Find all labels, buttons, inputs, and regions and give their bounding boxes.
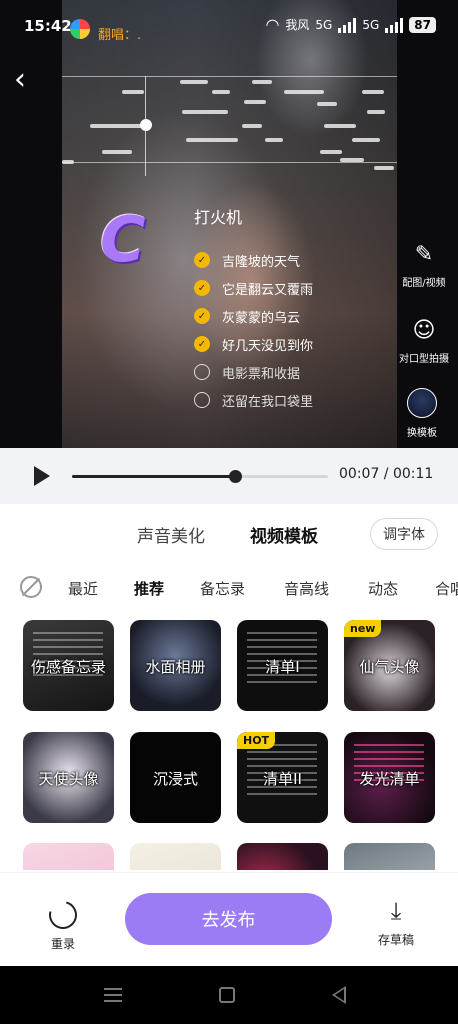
lip-sync-camera-icon: ☺ (412, 318, 436, 343)
check-icon: ✓ (194, 336, 210, 352)
back-arrow-icon[interactable]: ‹ (14, 64, 42, 96)
time-readout: 00:07 / 00:11 (339, 466, 434, 482)
signal-icon (338, 17, 357, 33)
check-icon (194, 364, 210, 380)
lyric-line[interactable]: ✓ 灰蒙蒙的乌云 (194, 302, 394, 330)
check-icon: ✓ (194, 252, 210, 268)
playback-bar: 00:07 / 00:11 (0, 448, 458, 504)
app-logo-icon (70, 19, 90, 39)
system-nav-bar (0, 966, 458, 1024)
status-right-text: 我风 (285, 18, 310, 32)
seek-progress (72, 475, 235, 478)
template-card[interactable]: HOT 清单II (237, 732, 328, 823)
tab-video-template[interactable]: 视频模板 (250, 522, 318, 548)
template-card[interactable] (344, 843, 435, 870)
check-icon: ✓ (194, 280, 210, 296)
status-bar: 15:42 翻唱：. ◠ 我风 5G 5G 87 (0, 0, 458, 56)
play-icon[interactable] (34, 466, 50, 486)
main-tabs: 声音美化 视频模板 调字体 (0, 504, 458, 560)
category-recent[interactable]: 最近 (68, 578, 98, 599)
refresh-icon (43, 895, 83, 935)
check-icon (194, 392, 210, 408)
tab-voice-enhance[interactable]: 声音美化 (137, 522, 205, 547)
template-card[interactable]: 清单I (237, 620, 328, 711)
template-card[interactable]: 天使头像 (23, 732, 114, 823)
battery-icon: 87 (409, 16, 436, 33)
menu-icon[interactable] (104, 988, 122, 1002)
download-icon: ⤓ (390, 897, 402, 925)
lyric-line[interactable]: ✓ 它是翻云又覆雨 (194, 274, 394, 302)
network-label: 5G (362, 17, 380, 32)
category-pitch-line[interactable]: 音高线 (284, 578, 329, 599)
template-thumb-icon (407, 388, 437, 418)
template-grid: 伤感备忘录 水面相册 清单I new 仙气头像 天使头像 沉浸式 HOT 清单I… (0, 620, 458, 870)
save-draft-button[interactable]: ⤓ 存草稿 (370, 897, 422, 948)
status-time: 15:42 (24, 17, 72, 35)
network-label: 5G (315, 17, 333, 32)
signal-icon (385, 17, 404, 33)
template-card[interactable] (237, 843, 328, 870)
template-card[interactable] (130, 843, 221, 870)
template-card[interactable]: 伤感备忘录 (23, 620, 114, 711)
wifi-icon: ◠ (265, 15, 280, 34)
re-record-button[interactable]: 重录 (42, 895, 84, 952)
no-template-icon[interactable] (20, 576, 42, 598)
template-card[interactable] (23, 843, 114, 870)
template-card[interactable]: 水面相册 (130, 620, 221, 711)
back-icon[interactable] (332, 986, 346, 1004)
lyric-line[interactable]: 还留在我口袋里 (194, 386, 394, 414)
score-grade-badge: C (100, 203, 146, 276)
hot-badge: HOT (237, 732, 276, 749)
font-style-button[interactable]: 调字体 (370, 518, 438, 550)
lyric-line[interactable]: ✓ 吉隆坡的天气 (194, 246, 394, 274)
category-duet[interactable]: 合唱 (435, 578, 458, 599)
pitch-cursor (140, 119, 152, 131)
lip-sync-button[interactable]: ☺ 对口型拍摄 (394, 318, 454, 365)
seek-thumb[interactable] (228, 470, 242, 483)
status-app-text: 翻唱：. (98, 28, 142, 43)
category-recommended[interactable]: 推荐 (134, 578, 164, 599)
publish-button[interactable]: 去发布 (125, 893, 332, 945)
video-preview[interactable]: C 打火机 ✓ 吉隆坡的天气 ✓ 它是翻云又覆雨 ✓ 灰蒙蒙的乌云 ✓ 好几天没见到你 … (0, 0, 458, 448)
lyrics-list: ✓ 吉隆坡的天气 ✓ 它是翻云又覆雨 ✓ 灰蒙蒙的乌云 ✓ 好几天没见到你 电影票和收据… (194, 246, 394, 414)
song-title: 打火机 (194, 208, 243, 227)
edit-icon: ✎ (414, 242, 434, 267)
pitch-line-display (62, 62, 397, 182)
bottom-action-bar: 重录 去发布 ⤓ 存草稿 (0, 872, 458, 966)
check-icon: ✓ (194, 308, 210, 324)
template-card[interactable]: 发光清单 (344, 732, 435, 823)
new-badge: new (344, 620, 382, 637)
lyric-line[interactable]: ✓ 好几天没见到你 (194, 330, 394, 358)
home-icon[interactable] (219, 987, 235, 1003)
template-card[interactable]: new 仙气头像 (344, 620, 435, 711)
change-template-button[interactable]: 换模板 (394, 388, 450, 439)
template-card[interactable]: 沉浸式 (130, 732, 221, 823)
image-video-button[interactable]: ✎ 配图/视频 (396, 242, 452, 289)
category-dynamic[interactable]: 动态 (368, 578, 398, 599)
category-tabs: 最近 推荐 备忘录 音高线 动态 合唱 (0, 566, 458, 606)
seek-bar[interactable] (72, 470, 328, 483)
category-memo[interactable]: 备忘录 (200, 578, 245, 599)
lyric-line[interactable]: 电影票和收据 (194, 358, 394, 386)
